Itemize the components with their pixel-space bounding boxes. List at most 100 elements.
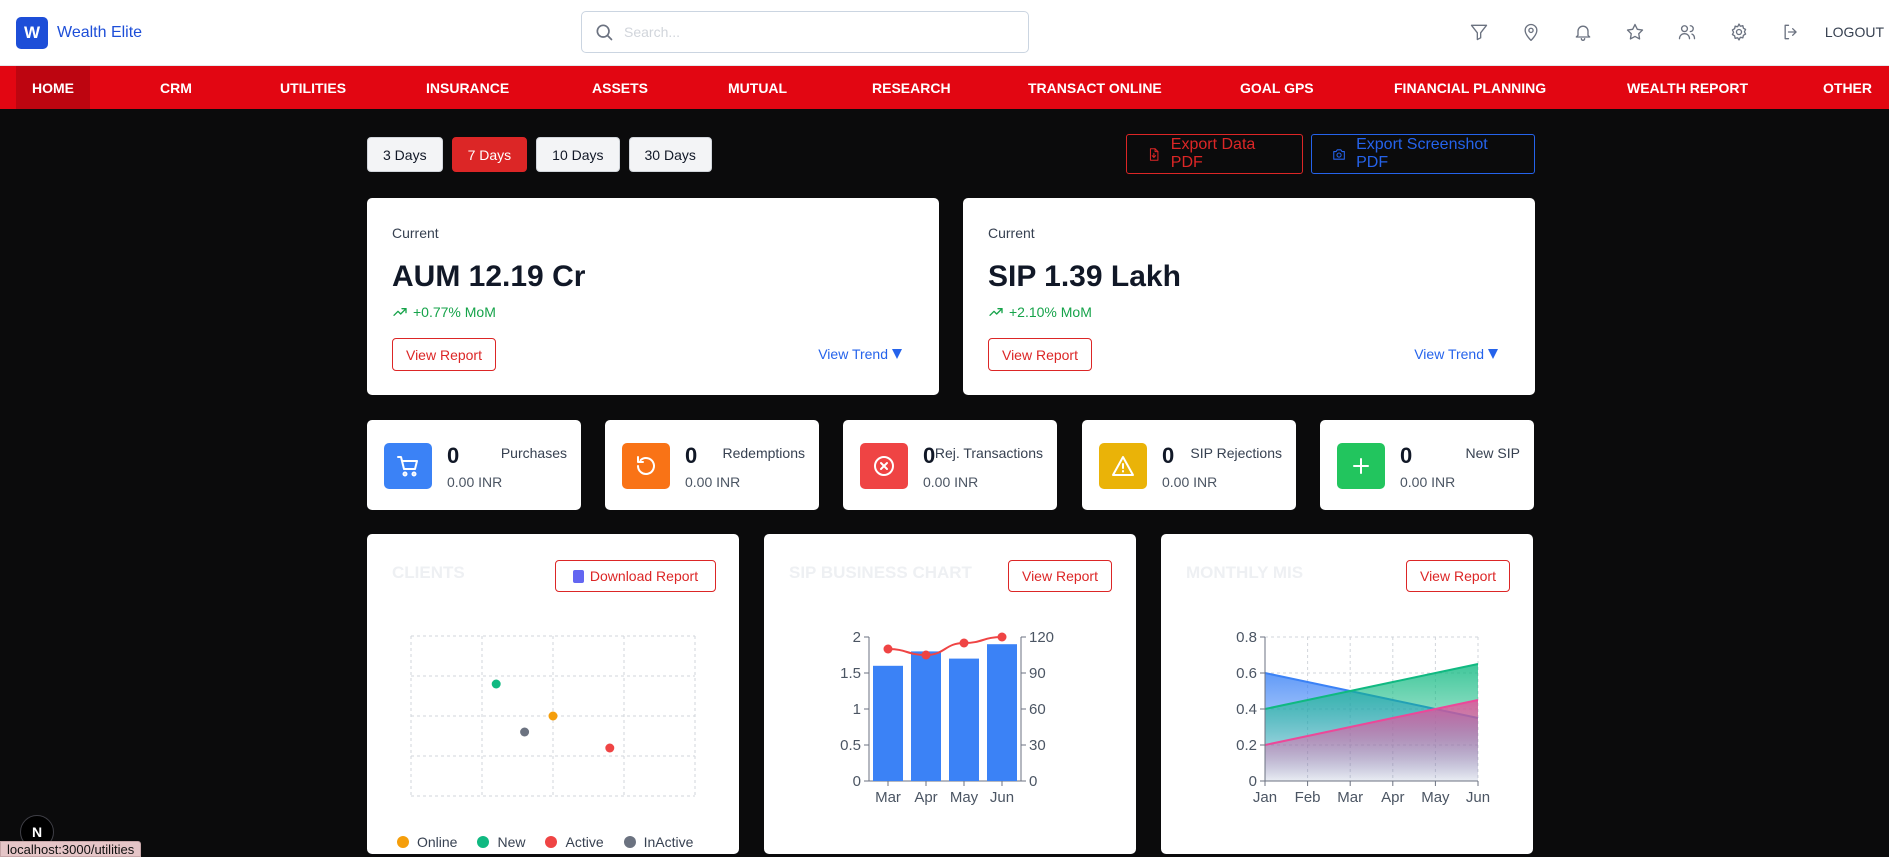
caret-down-icon [892,349,902,359]
brand[interactable]: W Wealth Elite [16,17,142,49]
line-point [921,650,931,660]
aum-view-trend-link[interactable]: View Trend [818,346,902,362]
sip-view-report-button[interactable]: View Report [988,338,1092,371]
y-tick-label: 0.8 [1236,629,1257,646]
x-tick-label: Mar [875,789,901,806]
aum-change: +0.77% MoM [392,304,496,320]
legend-item[interactable]: Online [397,834,457,850]
bar [987,644,1017,781]
bar [873,665,903,781]
search-input[interactable] [624,24,1004,40]
location-pin-icon[interactable] [1519,20,1543,44]
sip-value: SIP 1.39 Lakh [988,260,1181,293]
stat-label: New SIP [1465,445,1520,461]
nav-wealth-report[interactable]: WEALTH REPORT [1627,66,1748,109]
stat-card-rej-transactions[interactable]: 0 Rej. Transactions 0.00 INR [843,420,1057,510]
warning-icon [1099,443,1147,489]
nav-home[interactable]: HOME [16,66,90,109]
aum-value: AUM 12.19 Cr [392,260,586,293]
gear-icon[interactable] [1727,20,1751,44]
stat-count: 0 [447,443,460,468]
sip-change: +2.10% MoM [988,304,1092,320]
search-box [581,11,1029,53]
stat-count: 0 [1400,443,1413,468]
sip-card: Current SIP 1.39 Lakh +2.10% MoM View Re… [963,198,1535,395]
stat-label: SIP Rejections [1190,445,1282,461]
nav-goal-gps[interactable]: GOAL GPS [1240,66,1314,109]
nav-transact-online[interactable]: TRANSACT ONLINE [1028,66,1162,109]
stat-card-redemptions[interactable]: 0 Redemptions 0.00 INR [605,420,819,510]
day-filter-group: 3 Days 7 Days 10 Days 30 Days [367,137,712,172]
nav-assets[interactable]: ASSETS [592,66,648,109]
brand-name: Wealth Elite [57,24,143,41]
aum-label: Current [392,225,439,241]
stat-card-new-sip[interactable]: 0 New SIP 0.00 INR [1320,420,1534,510]
sip-label: Current [988,225,1035,241]
filter-7-days[interactable]: 7 Days [451,137,528,172]
monthly-mis-area-chart: 0 0.2 0.4 0.6 0.8 Jan Feb Mar Apr May Jun [1236,629,1490,806]
stat-amount: 0.00 INR [447,474,503,490]
sip-view-trend-label: View Trend [1414,346,1484,362]
status-bar-url: localhost:3000/utilities [0,841,142,857]
y-tick-label: 0.4 [1236,701,1257,718]
scatter-point-inactive [520,727,530,737]
nav-other[interactable]: OTHER [1823,66,1872,109]
filter-10-days[interactable]: 10 Days [536,137,620,172]
aum-view-trend-label: View Trend [818,346,888,362]
logout-button[interactable]: LOGOUT [1825,24,1884,40]
nav-financial-planning[interactable]: FINANCIAL PLANNING [1394,66,1546,109]
legend-item[interactable]: InActive [623,834,693,850]
aum-card: Current AUM 12.19 Cr +0.77% MoM View Rep… [367,198,939,395]
y-right-tick-label: 90 [1029,665,1046,682]
stat-label: Redemptions [722,445,806,461]
refresh-icon [622,443,670,489]
stat-card-sip-rejections[interactable]: 0 SIP Rejections 0.00 INR [1082,420,1296,510]
legend-item[interactable]: Active [545,834,604,850]
x-tick-label: Apr [1381,789,1404,806]
x-tick-label: Feb [1295,789,1321,806]
header-actions: LOGOUT [1467,20,1889,44]
filter-30-days[interactable]: 30 Days [628,137,712,172]
legend-dot [397,836,409,848]
stat-card-purchases[interactable]: 0 Purchases 0.00 INR [367,420,581,510]
file-pdf-icon [1149,147,1159,161]
line-point [997,632,1007,642]
stat-label: Purchases [500,445,567,461]
search-icon [596,24,613,41]
nav-mutual[interactable]: MUTUAL [728,66,787,109]
filter-icon[interactable] [1467,20,1491,44]
scatter-point-active [605,743,615,753]
x-tick-label: Jun [990,789,1014,806]
export-screenshot-pdf-button[interactable]: Export Screenshot PDF [1311,134,1535,174]
logout-icon[interactable] [1779,20,1803,44]
scatter-point-new [491,679,501,689]
trending-up-icon [989,308,1003,316]
line-point [883,644,893,654]
sip-change-text: +2.10% MoM [1009,304,1092,320]
clients-scatter-chart [410,635,696,797]
monthly-mis-card: MONTHLY MIS View Report 0 0.2 0.4 0.6 0.8 Jan… [1161,534,1533,854]
scatter-point-online [548,711,558,721]
sip-view-trend-link[interactable]: View Trend [1414,346,1498,362]
x-tick-label: Jun [1466,789,1490,806]
aum-view-report-button[interactable]: View Report [392,338,496,371]
nav-crm[interactable]: CRM [160,66,192,109]
stat-amount: 0.00 INR [1162,474,1218,490]
x-circle-icon [860,443,908,489]
x-tick-label: May [950,789,979,806]
nav-utilities[interactable]: UTILITIES [280,66,346,109]
filter-3-days[interactable]: 3 Days [367,137,443,172]
stat-amount: 0.00 INR [685,474,741,490]
brand-logo: W [16,17,48,49]
users-icon[interactable] [1675,20,1699,44]
nav-insurance[interactable]: INSURANCE [426,66,509,109]
bell-icon[interactable] [1571,20,1595,44]
legend-item[interactable]: New [477,834,525,850]
export-data-label: Export Data PDF [1170,136,1256,171]
export-data-pdf-button[interactable]: Export Data PDF [1126,134,1303,174]
nav-research[interactable]: RESEARCH [872,66,951,109]
star-icon[interactable] [1623,20,1647,44]
stat-label: Rej. Transactions [934,445,1043,461]
y-right-tick-label: 30 [1029,737,1046,754]
stat-amount: 0.00 INR [1400,474,1456,490]
